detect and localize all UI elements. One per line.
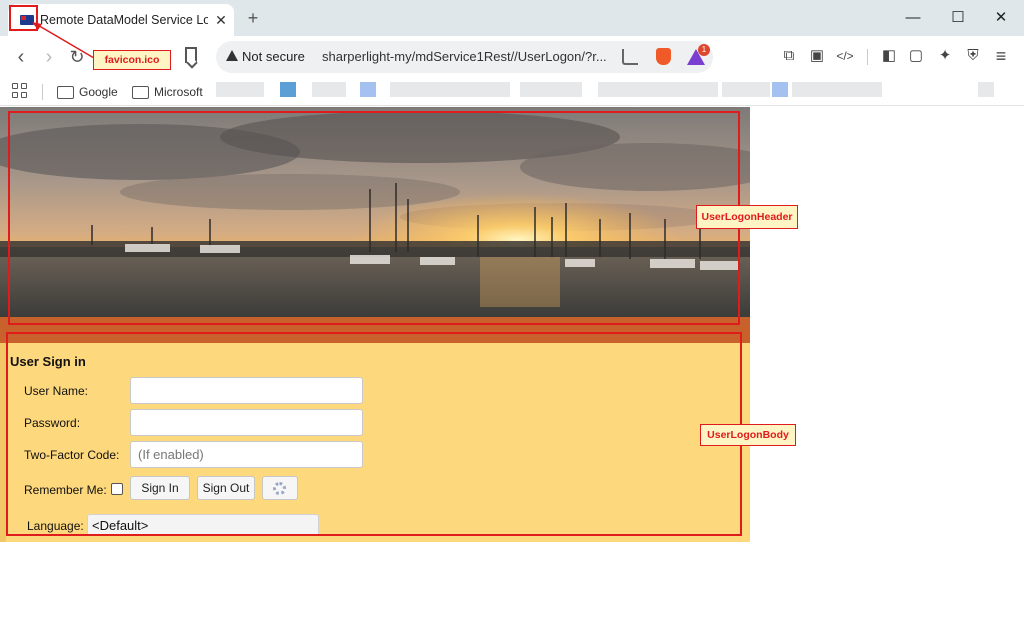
- body-annotation-box: [6, 332, 742, 536]
- new-tab-icon[interactable]: +: [244, 9, 262, 27]
- menu-icon[interactable]: ≡: [992, 47, 1010, 65]
- blurred-bookmark[interactable]: [598, 82, 718, 97]
- bookmark-folder-microsoft[interactable]: Microsoft: [132, 82, 203, 102]
- bookmark-icon[interactable]: [185, 47, 197, 63]
- tab-close-icon[interactable]: ✕: [212, 11, 230, 29]
- bookmarks-divider: [42, 84, 43, 100]
- sidebar-icon[interactable]: ◧: [880, 47, 898, 65]
- reader-mode-icon[interactable]: ▣: [808, 47, 826, 65]
- favicon-annotation-label: favicon.ico: [93, 50, 171, 70]
- share-icon[interactable]: [622, 49, 638, 65]
- header-annotation-box: [8, 111, 740, 325]
- blurred-bookmark[interactable]: [978, 82, 994, 97]
- address-bar[interactable]: Not secure sharperlight-my/mdService1Res…: [216, 41, 713, 73]
- blurred-bookmark[interactable]: [792, 82, 882, 97]
- browser-window: Remote DataModel Service Logon ✕ + — ☐ ✕…: [0, 0, 1024, 628]
- devtools-icon[interactable]: </>: [832, 47, 858, 65]
- blurred-bookmark[interactable]: [722, 82, 770, 97]
- window-close-icon[interactable]: ✕: [991, 8, 1011, 28]
- blurred-bookmark[interactable]: [280, 82, 296, 97]
- annotation-arrow: [32, 22, 95, 59]
- blurred-bookmark[interactable]: [216, 82, 264, 97]
- blurred-bookmark[interactable]: [520, 82, 582, 97]
- maximize-icon[interactable]: ☐: [948, 8, 968, 28]
- brave-shields-icon[interactable]: [656, 48, 671, 65]
- wallet-icon[interactable]: ▢: [907, 47, 925, 65]
- toolbar-divider: [867, 49, 868, 65]
- warning-icon[interactable]: [226, 50, 238, 61]
- apps-icon[interactable]: [12, 83, 28, 99]
- url-text[interactable]: sharperlight-my/mdService1Rest//UserLogo…: [322, 49, 607, 64]
- vpn-icon[interactable]: ⛨: [964, 47, 982, 65]
- leo-icon[interactable]: ✦: [936, 47, 954, 65]
- extensions-icon[interactable]: ⧉: [780, 47, 798, 65]
- security-indicator[interactable]: Not secure: [242, 49, 305, 64]
- rewards-badge: 1: [698, 44, 710, 56]
- header-annotation-label: UserLogonHeader: [696, 205, 798, 229]
- title-bar: Remote DataModel Service Logon ✕ + — ☐ ✕: [0, 0, 1024, 36]
- minimize-icon[interactable]: —: [903, 8, 923, 28]
- blurred-bookmark[interactable]: [390, 82, 510, 97]
- blurred-bookmark[interactable]: [312, 82, 346, 97]
- blurred-bookmark[interactable]: [360, 82, 376, 97]
- body-annotation-label: UserLogonBody: [700, 424, 796, 446]
- blurred-bookmark[interactable]: [772, 82, 788, 97]
- bookmark-folder-google[interactable]: Google: [57, 82, 118, 102]
